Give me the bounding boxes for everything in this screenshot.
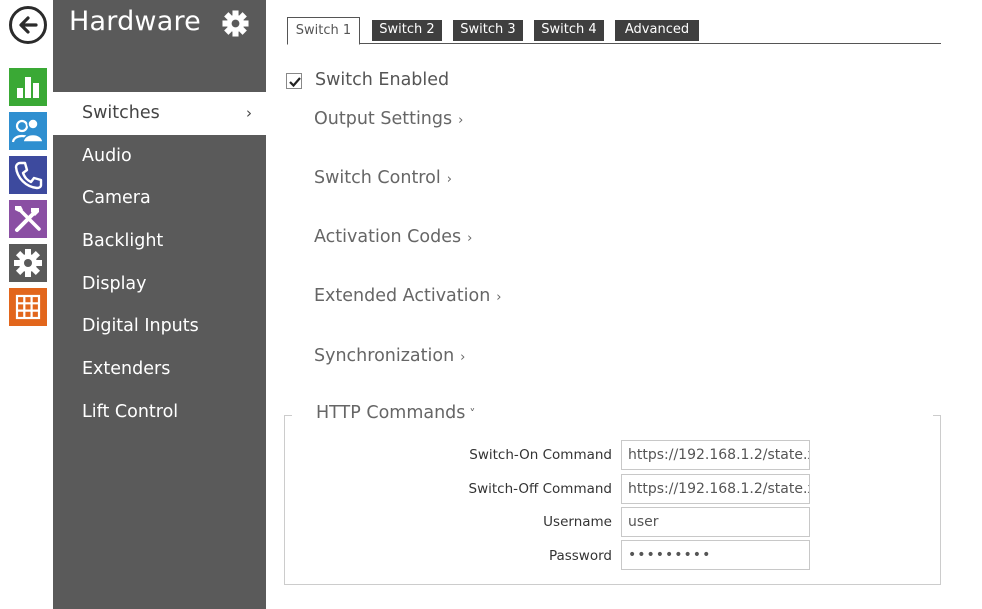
switch-on-command-input[interactable]: https://192.168.1.2/state.xml — [621, 440, 810, 470]
nav-tile-status[interactable] — [9, 68, 47, 106]
grid-icon — [9, 288, 47, 326]
switch-off-command-label: Switch-Off Command — [468, 481, 612, 497]
chevron-right-icon: › — [446, 172, 452, 187]
tab-switch-2[interactable]: Switch 2 — [372, 20, 442, 41]
tools-icon — [9, 200, 47, 238]
tab-switch-4[interactable]: Switch 4 — [534, 20, 604, 41]
gear-icon — [222, 10, 249, 37]
group-label: Output Settings — [314, 109, 453, 129]
chevron-right-icon: › — [458, 113, 464, 128]
group-label: Extended Activation — [314, 286, 491, 306]
app-nav-rail — [0, 0, 53, 609]
chevron-right-icon: › — [467, 231, 473, 246]
nav-tile-directory[interactable] — [9, 112, 47, 150]
arrow-left-icon — [19, 16, 38, 34]
users-icon — [9, 112, 47, 150]
password-label: Password — [548, 548, 612, 564]
switch-on-command-label: Switch-On Command — [469, 447, 612, 463]
sidebar-item-switches[interactable]: Switches › — [53, 92, 266, 135]
sidebar-item-digital-inputs[interactable]: Digital Inputs — [53, 305, 266, 348]
chevron-right-icon: › — [246, 104, 252, 122]
sidebar-item-label: Lift Control — [82, 401, 179, 422]
group-synchronization[interactable]: Synchronization › — [314, 346, 465, 366]
sidebar-item-lift-control[interactable]: Lift Control — [53, 391, 266, 434]
sidebar-item-label: Camera — [82, 188, 151, 209]
sidebar-item-label: Backlight — [82, 231, 164, 252]
group-output-settings[interactable]: Output Settings › — [314, 109, 463, 129]
phone-icon — [9, 156, 47, 194]
tab-advanced[interactable]: Advanced — [615, 20, 699, 41]
username-input[interactable]: user — [621, 507, 810, 537]
group-activation-codes[interactable]: Activation Codes › — [314, 227, 472, 247]
username-label: Username — [543, 514, 612, 530]
group-switch-control[interactable]: Switch Control › — [314, 168, 452, 188]
sidebar-item-label: Audio — [82, 145, 132, 166]
sidebar-item-audio[interactable]: Audio — [53, 135, 266, 178]
sidebar-item-display[interactable]: Display — [53, 263, 266, 306]
sidebar-item-extenders[interactable]: Extenders — [53, 348, 266, 391]
group-http-commands[interactable]: HTTP Commands ˅ — [314, 403, 478, 423]
checkmark-icon — [289, 77, 301, 88]
group-label: HTTP Commands — [316, 403, 466, 423]
checkbox-box[interactable] — [286, 73, 302, 89]
http-commands-panel — [284, 415, 941, 585]
switch-tabs: Switch 1 Switch 2 Switch 3 Switch 4 Adva… — [287, 17, 941, 45]
section-sidebar: Hardware Switches › Audio Camera Backlig… — [53, 0, 266, 609]
section-title: Hardware — [69, 6, 201, 37]
nav-tile-calls[interactable] — [9, 156, 47, 194]
back-button[interactable] — [9, 6, 47, 44]
sidebar-menu: Switches › Audio Camera Backlight Displa… — [53, 92, 266, 434]
tab-switch-1[interactable]: Switch 1 — [287, 17, 360, 45]
chevron-right-icon: › — [460, 350, 466, 365]
sidebar-item-camera[interactable]: Camera — [53, 177, 266, 220]
chevron-down-icon: ˅ — [469, 407, 476, 421]
nav-tile-hardware[interactable] — [9, 200, 47, 238]
sidebar-item-label: Display — [82, 273, 147, 294]
password-input[interactable]: ••••••••• — [621, 540, 810, 570]
group-label: Synchronization — [314, 346, 455, 366]
group-label: Activation Codes — [314, 227, 462, 247]
tab-switch-3[interactable]: Switch 3 — [453, 20, 523, 41]
sidebar-item-backlight[interactable]: Backlight — [53, 220, 266, 263]
group-extended-activation[interactable]: Extended Activation › — [314, 286, 502, 306]
bar-chart-icon — [9, 68, 47, 106]
nav-tile-system[interactable] — [9, 244, 47, 282]
sidebar-item-label: Switches — [82, 103, 160, 123]
chevron-right-icon: › — [496, 290, 502, 305]
switch-off-command-input[interactable]: https://192.168.1.2/state.xml — [621, 474, 810, 504]
group-label: Switch Control — [314, 168, 441, 188]
main-content: Switch 1 Switch 2 Switch 3 Switch 4 Adva… — [266, 0, 982, 609]
switch-enabled-label: Switch Enabled — [315, 70, 450, 90]
sidebar-item-label: Digital Inputs — [82, 316, 199, 337]
nav-tile-services[interactable] — [9, 288, 47, 326]
sidebar-item-label: Extenders — [82, 359, 171, 380]
gear-icon — [9, 244, 47, 282]
